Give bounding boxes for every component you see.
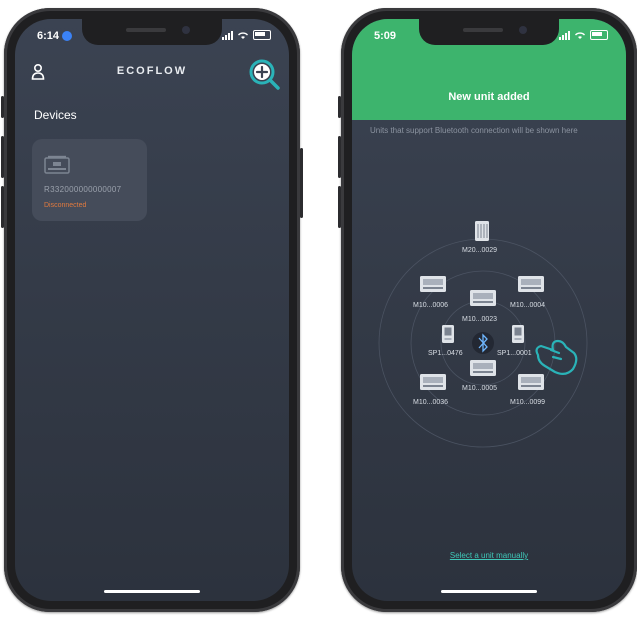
bluetooth-icon	[472, 332, 494, 354]
wide-unit-icon	[518, 276, 544, 292]
unit-sp1-0001[interactable]	[511, 324, 525, 349]
small-unit-icon	[512, 325, 524, 343]
signal-icon	[222, 30, 233, 40]
device-card[interactable]: R332000000000007 Disconnected	[32, 139, 147, 221]
unit-m20-0029[interactable]	[474, 220, 490, 247]
unit-m10-0005[interactable]	[469, 359, 497, 382]
unit-m10-0006[interactable]	[419, 275, 447, 298]
unit-label: M10...0099	[510, 399, 546, 406]
side-button	[338, 96, 341, 118]
home-indicator	[441, 590, 537, 593]
unit-m10-0023[interactable]	[469, 289, 497, 312]
side-button	[1, 136, 4, 178]
unit-label: SP1...0476	[428, 350, 463, 357]
select-manually-link[interactable]: Select a unit manually	[352, 551, 626, 560]
unit-label: M10...0006	[413, 302, 449, 309]
unit-label: M20...0029	[462, 247, 498, 254]
wifi-icon	[575, 31, 585, 39]
unit-sp1-0476[interactable]	[441, 324, 455, 349]
wide-unit-icon	[518, 374, 544, 390]
status-time: 6:14	[37, 30, 73, 42]
battery-icon	[253, 30, 271, 40]
wide-unit-icon	[470, 360, 496, 376]
power-station-icon	[44, 155, 70, 174]
app-header: ECOFLOW	[15, 57, 289, 90]
phone-right: 5:09 New unit added Units that support B…	[338, 8, 637, 612]
notch	[419, 19, 559, 45]
device-status: Disconnected	[44, 202, 87, 209]
wide-unit-icon	[420, 374, 446, 390]
unit-m10-0099[interactable]	[517, 373, 545, 396]
status-time: 5:09	[374, 30, 397, 42]
hand-pointer-icon	[535, 339, 578, 376]
signal-icon	[559, 30, 570, 40]
wide-unit-icon	[470, 290, 496, 306]
unit-label: M10...0023	[462, 316, 498, 323]
devices-title: Devices	[34, 108, 77, 122]
side-button	[1, 96, 4, 118]
wide-unit-icon	[420, 276, 446, 292]
notch	[82, 19, 222, 45]
side-button	[300, 148, 303, 218]
battery-icon	[590, 30, 608, 40]
side-button	[338, 136, 341, 178]
unit-label: M10...0036	[413, 399, 449, 406]
side-button	[338, 186, 341, 228]
screen: 5:09 New unit added Units that support B…	[352, 19, 626, 601]
home-indicator	[104, 590, 200, 593]
wifi-icon	[238, 31, 248, 39]
unit-m10-0004[interactable]	[517, 275, 545, 298]
unit-label: M10...0005	[462, 385, 498, 392]
unit-label: SP1...0001	[497, 350, 532, 357]
device-serial: R332000000000007	[44, 185, 122, 194]
screen: 6:14 ECOFLOW Devices R332000000000007 Di…	[15, 19, 289, 601]
side-button	[1, 186, 4, 228]
unit-label: M10...0004	[510, 302, 546, 309]
tall-unit-icon	[475, 221, 489, 241]
plus-circle-icon[interactable]	[247, 57, 281, 93]
small-unit-icon	[442, 325, 454, 343]
location-icon	[62, 31, 73, 42]
phone-left: 6:14 ECOFLOW Devices R332000000000007 Di…	[1, 8, 303, 612]
unit-m10-0036[interactable]	[419, 373, 447, 396]
